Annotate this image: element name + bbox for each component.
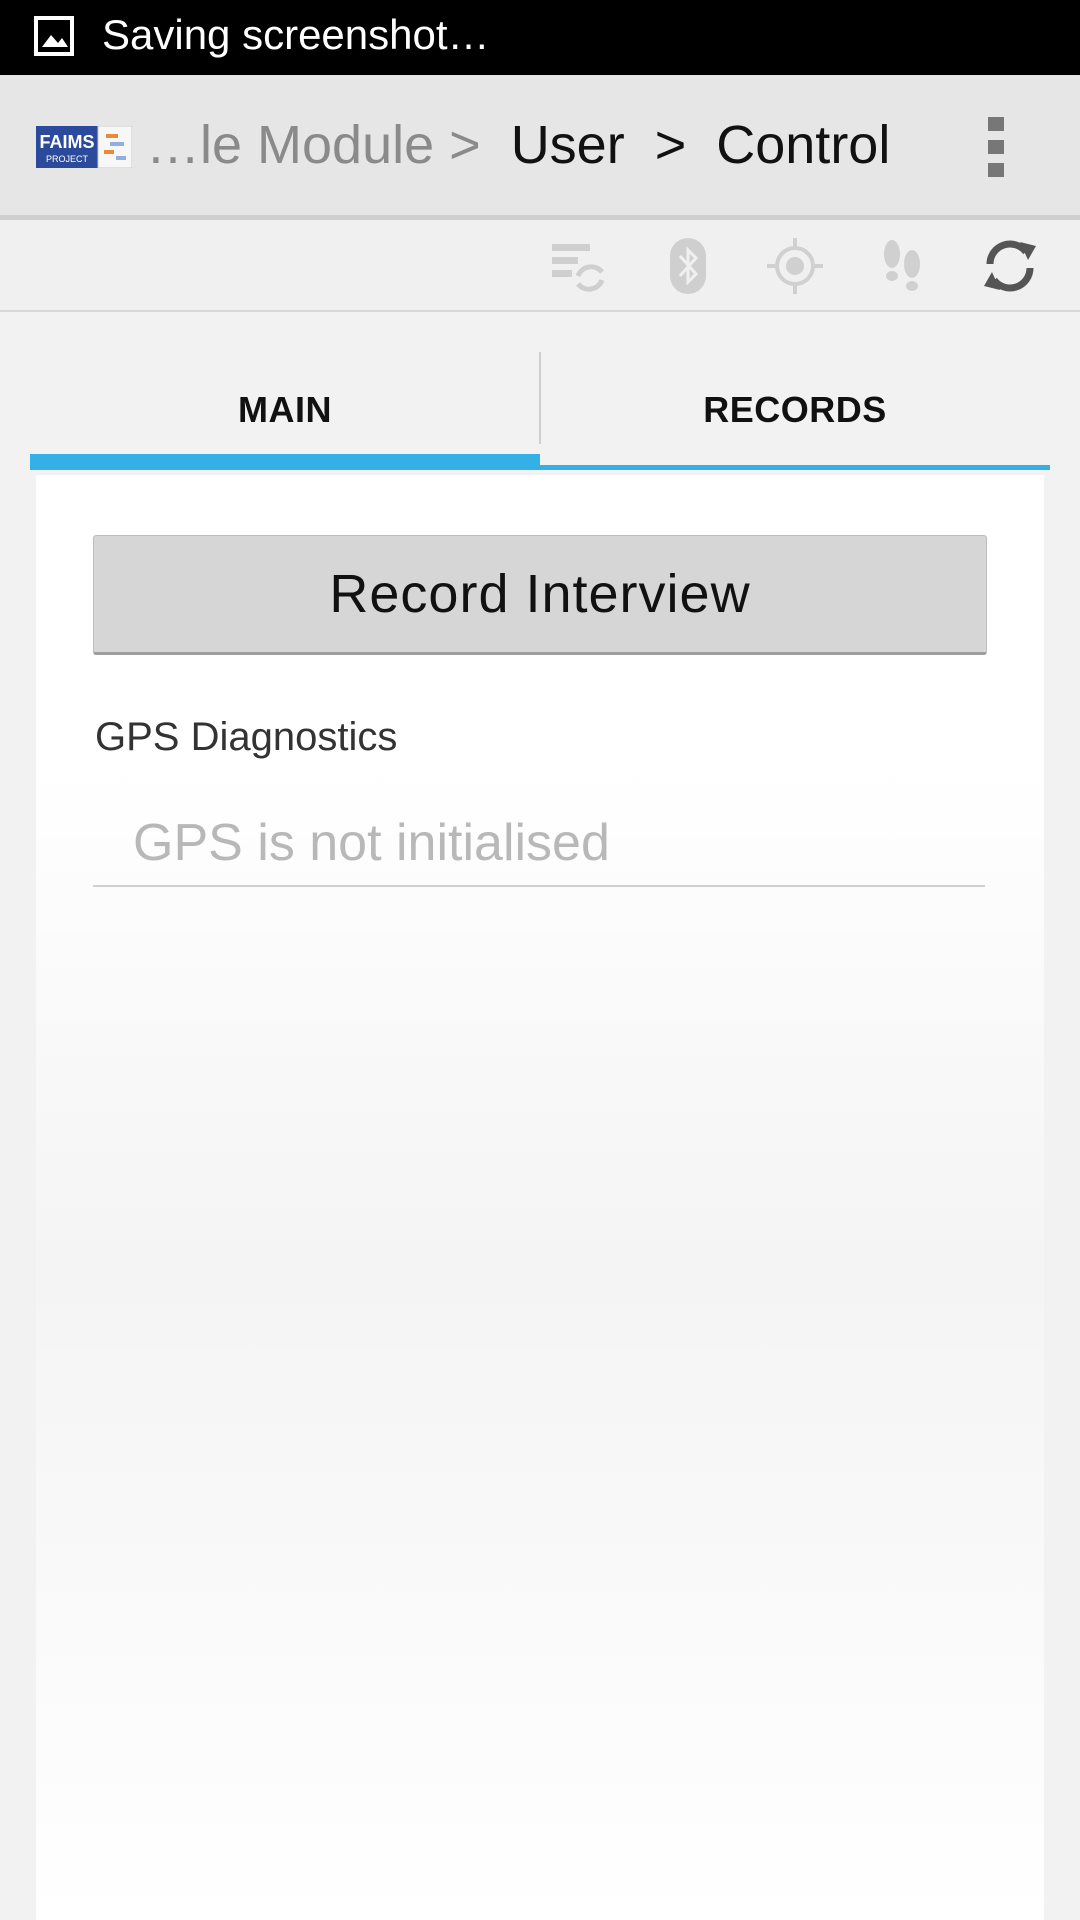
svg-text:FAIMS: FAIMS (39, 132, 94, 152)
breadcrumb-user[interactable]: User (511, 114, 625, 176)
tab-main[interactable]: MAIN (30, 350, 540, 470)
gps-target-icon[interactable] (765, 236, 825, 296)
main-panel: Record Interview GPS Diagnostics GPS is … (36, 475, 1044, 1920)
tab-records[interactable]: RECORDS (540, 350, 1050, 470)
sync-list-icon[interactable] (548, 236, 608, 296)
refresh-icon[interactable] (980, 236, 1040, 296)
tab-main-label: MAIN (238, 389, 332, 430)
tab-bar: MAIN RECORDS (30, 350, 1050, 470)
faims-logo: FAIMS PROJECT (36, 126, 132, 168)
breadcrumb: …le Module > User > Control (146, 75, 890, 215)
record-interview-button[interactable]: Record Interview (93, 535, 987, 655)
svg-text:PROJECT: PROJECT (46, 154, 89, 164)
image-icon (34, 16, 74, 56)
more-vertical-icon[interactable] (984, 117, 1008, 177)
status-toolbar (0, 220, 1080, 312)
breadcrumb-control[interactable]: Control (716, 114, 890, 176)
breadcrumb-module[interactable]: …le Module > (146, 114, 481, 176)
action-bar: FAIMS PROJECT …le Module > User > Contro… (0, 75, 1080, 220)
gps-diagnostics-field[interactable]: GPS is not initialised (93, 805, 985, 887)
tab-records-label: RECORDS (703, 389, 887, 430)
gps-status-placeholder: GPS is not initialised (133, 814, 610, 872)
breadcrumb-separator: > (654, 115, 687, 175)
gps-diagnostics-label: GPS Diagnostics (95, 715, 398, 759)
bluetooth-icon[interactable] (658, 236, 718, 296)
tab-records-indicator (540, 465, 1050, 470)
status-bar: Saving screenshot… (0, 0, 1080, 75)
footsteps-icon[interactable] (872, 236, 932, 296)
status-text: Saving screenshot… (102, 11, 490, 58)
tab-main-indicator (30, 454, 540, 470)
